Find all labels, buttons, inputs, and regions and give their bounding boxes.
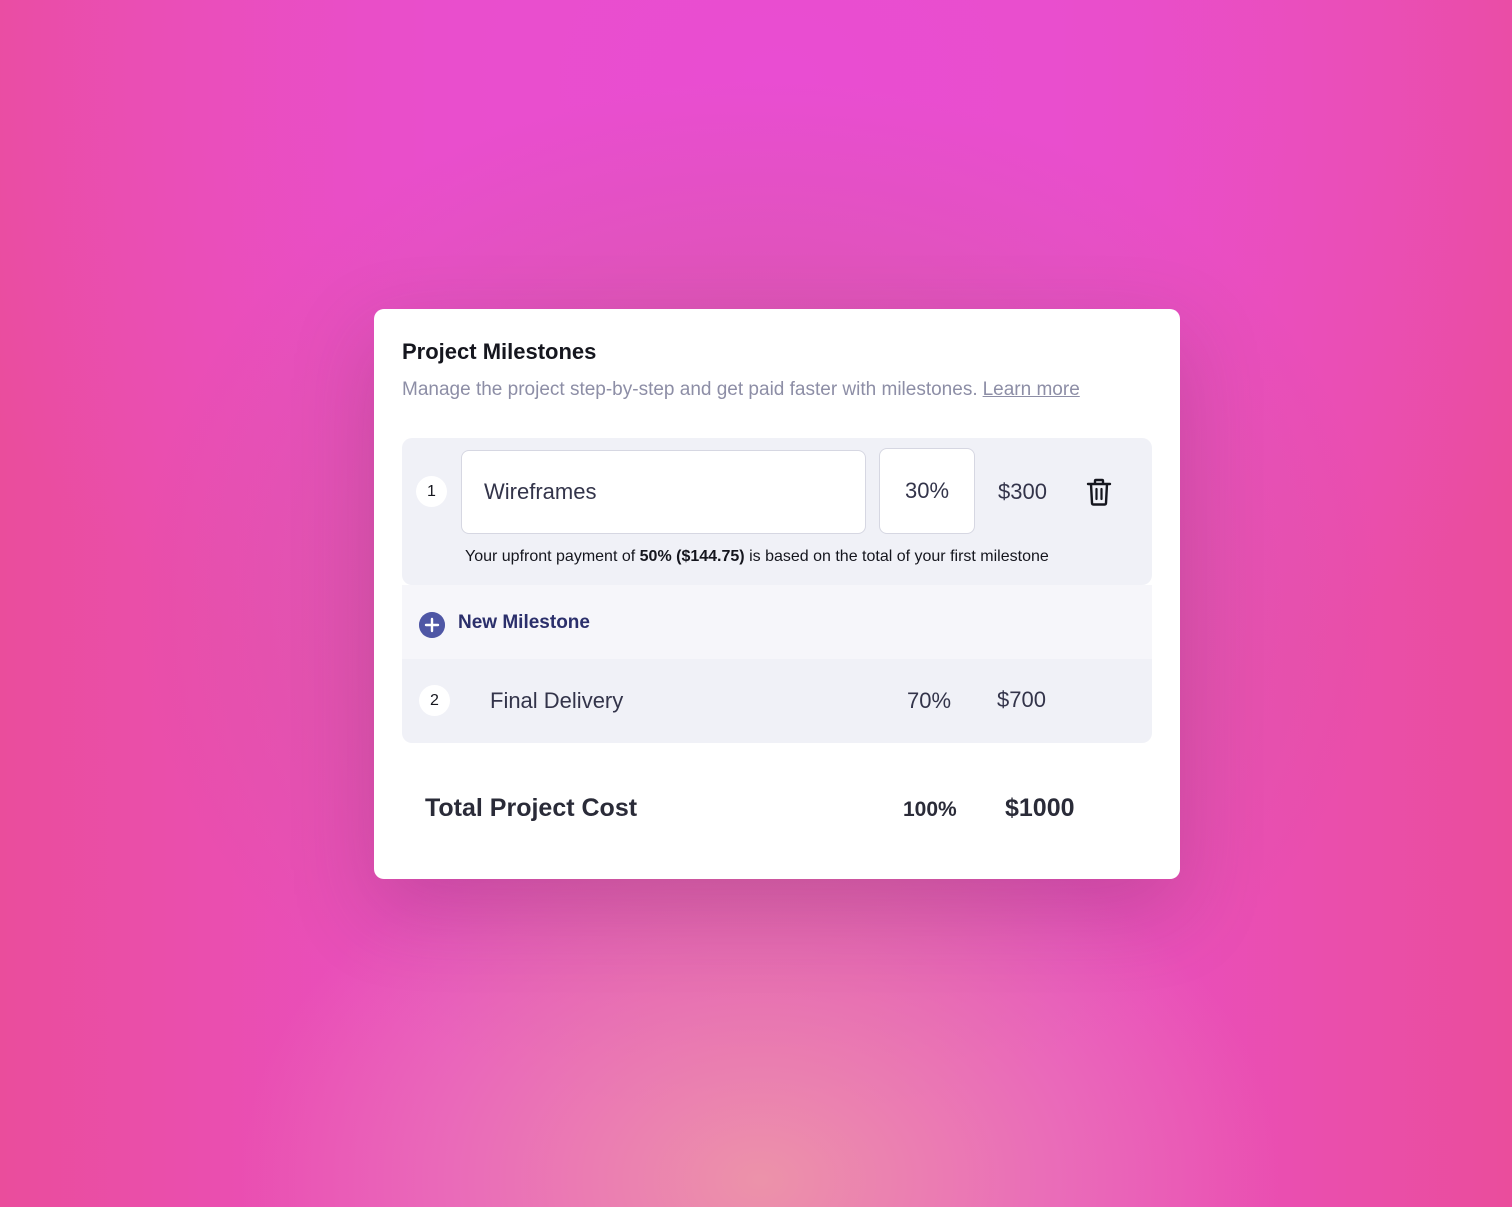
total-amount: $1000 <box>1005 794 1075 822</box>
total-percent: 100% <box>903 798 957 821</box>
milestone-number-badge: 1 <box>416 476 447 507</box>
learn-more-link[interactable]: Learn more <box>983 379 1080 400</box>
new-milestone-button[interactable]: New Milestone <box>458 612 590 634</box>
new-milestone-row[interactable]: New Milestone <box>402 585 1152 659</box>
card-title: Project Milestones <box>402 339 597 364</box>
project-milestones-card: Project Milestones Manage the project st… <box>374 309 1180 879</box>
milestone-name-input[interactable] <box>461 450 866 534</box>
note-suffix: is based on the total of your first mile… <box>749 548 1049 565</box>
milestone-percent-input[interactable] <box>879 448 975 534</box>
milestone-row-2: 2 Final Delivery 70% $700 <box>402 659 1152 743</box>
milestone-amount: $300 <box>998 479 1047 504</box>
milestone-row-1: 1 $300 Your upfront payment of 50% ($144… <box>402 438 1152 585</box>
subtitle-text: Manage the project step-by-step and get … <box>402 379 978 400</box>
note-prefix: Your upfront payment of <box>465 548 636 565</box>
note-highlight: 50% ($144.75) <box>639 548 745 565</box>
milestone-number-badge: 2 <box>419 685 450 716</box>
card-subtitle: Manage the project step-by-step and get … <box>402 379 1080 401</box>
milestone-name[interactable]: Final Delivery <box>490 688 623 714</box>
plus-circle-icon[interactable] <box>419 612 445 638</box>
total-label: Total Project Cost <box>425 794 638 822</box>
milestone-amount: $700 <box>997 687 1046 712</box>
trash-icon[interactable] <box>1085 477 1113 507</box>
milestone-percent[interactable]: 70% <box>907 688 951 714</box>
upfront-payment-note: Your upfront payment of 50% ($144.75) is… <box>465 548 1049 566</box>
